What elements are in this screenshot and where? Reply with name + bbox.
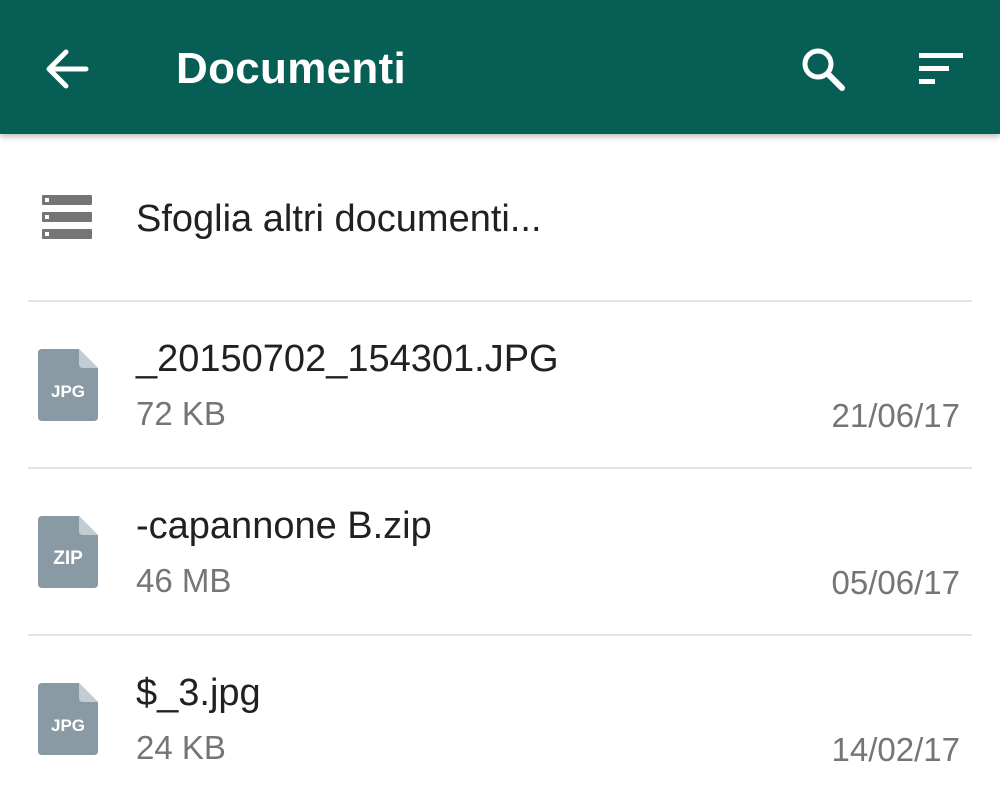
file-name: $_3.jpg <box>136 672 261 714</box>
search-button[interactable] <box>792 38 854 100</box>
file-type-label: JPG <box>51 382 85 401</box>
jpg-file-icon: JPG <box>38 683 98 755</box>
file-date: 05/06/17 <box>831 564 960 601</box>
file-row[interactable]: JPG $_3.jpg 24 KB 14/02/17 <box>0 636 1000 802</box>
file-date: 14/02/17 <box>831 731 960 768</box>
app-bar: Documenti <box>0 0 1000 134</box>
file-date: 21/06/17 <box>831 397 960 434</box>
sort-button[interactable] <box>910 38 972 100</box>
zip-file-icon: ZIP <box>38 516 98 588</box>
browse-more-label: Sfoglia altri documenti... <box>136 198 542 240</box>
file-type-label: JPG <box>51 716 85 735</box>
storage-list-icon <box>42 195 92 239</box>
sort-icon <box>919 53 963 84</box>
file-size: 46 MB <box>136 562 232 599</box>
browse-more-documents[interactable]: Sfoglia altri documenti... <box>0 136 1000 302</box>
page-title: Documenti <box>176 44 407 93</box>
file-row[interactable]: JPG _20150702_154301.JPG 72 KB 21/06/17 <box>0 302 1000 468</box>
file-row[interactable]: ZIP -capannone B.zip 46 MB 05/06/17 <box>0 469 1000 635</box>
search-icon <box>802 48 845 91</box>
file-name: _20150702_154301.JPG <box>136 338 559 380</box>
back-button[interactable] <box>38 40 96 98</box>
file-size: 24 KB <box>136 729 226 766</box>
file-size: 72 KB <box>136 395 226 432</box>
jpg-file-icon: JPG <box>38 349 98 421</box>
back-arrow-icon <box>46 49 89 89</box>
file-type-label: ZIP <box>53 548 83 569</box>
file-name: -capannone B.zip <box>136 505 432 547</box>
